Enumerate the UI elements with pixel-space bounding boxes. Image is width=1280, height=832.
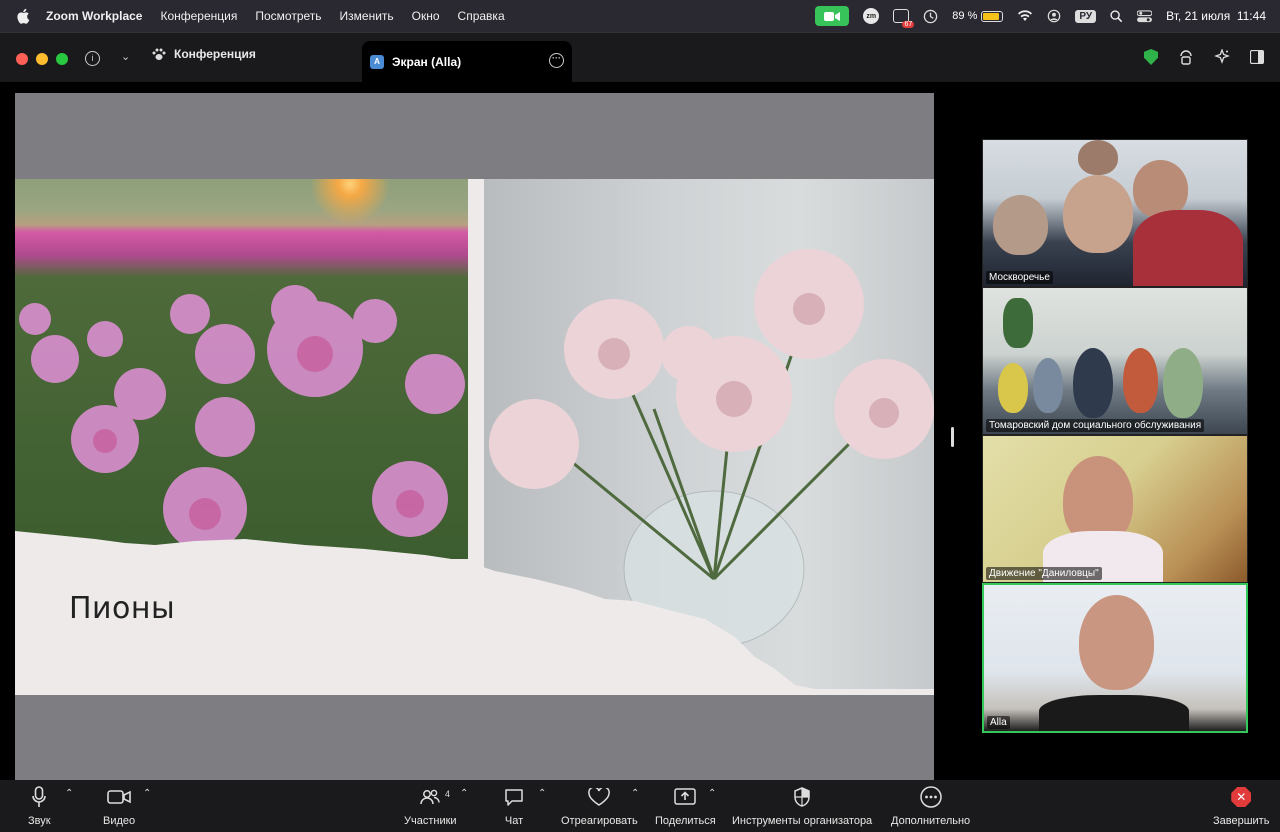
menu-conference[interactable]: Конференция	[160, 9, 237, 23]
encryption-shield-icon[interactable]	[1144, 49, 1158, 65]
microphone-icon	[32, 786, 47, 807]
window-controls	[16, 53, 68, 65]
participant-gallery: Москворечье Томаровский дом социального …	[982, 139, 1248, 733]
participant-tile[interactable]: Москворечье	[982, 139, 1248, 287]
ai-companion-sparkle-icon[interactable]	[1214, 49, 1230, 65]
menubar-datetime[interactable]: Вт, 21 июля 11:44	[1166, 9, 1266, 23]
chat-options-chevron-icon[interactable]: ⌃	[538, 788, 546, 799]
notification-count: 67	[902, 21, 915, 28]
macos-menu-bar: Zoom Workplace Конференция Посмотреть Из…	[0, 0, 1280, 32]
wifi-icon[interactable]	[1017, 10, 1033, 22]
participant-name: Москворечье	[986, 271, 1053, 284]
end-meeting-button[interactable]: ✕ Завершить	[1213, 786, 1269, 827]
notification-badge-icon[interactable]: 67	[893, 9, 915, 28]
shared-screen[interactable]: Пионы	[15, 93, 934, 781]
end-meeting-icon: ✕	[1231, 787, 1252, 807]
input-language-indicator[interactable]: РУ	[1075, 9, 1097, 23]
participants-label: Участники	[404, 815, 457, 827]
paw-icon	[152, 48, 166, 60]
apple-icon[interactable]	[16, 8, 32, 24]
share-options-chevron-icon[interactable]: ⌃	[708, 788, 716, 799]
react-options-chevron-icon[interactable]: ⌃	[631, 788, 639, 799]
view-layout-icon[interactable]	[1250, 50, 1264, 64]
participant-name: Томаровский дом социального обслуживания	[986, 419, 1205, 432]
participants-icon	[420, 789, 440, 805]
presentation-slide: Пионы	[15, 179, 934, 695]
participant-tile-active-speaker[interactable]: Alla	[982, 583, 1248, 733]
audio-label: Звук	[28, 815, 51, 827]
chat-label: Чат	[504, 815, 524, 827]
battery-percent: 89 %	[952, 10, 978, 22]
user-account-icon[interactable]	[1047, 9, 1061, 23]
slide-title: Пионы	[69, 591, 176, 626]
audio-options-chevron-icon[interactable]: ⌃	[65, 788, 73, 799]
participant-name: Движение "Даниловцы"	[986, 567, 1102, 580]
meeting-main-area: Пионы Москворечье Томаровский дом социал…	[0, 82, 1280, 781]
chat-button[interactable]: Чат	[504, 786, 524, 827]
zoom-camera-status-icon[interactable]	[815, 6, 850, 26]
host-tools-button[interactable]: Инструменты организатора	[732, 786, 872, 827]
participant-tile[interactable]: Томаровский дом социального обслуживания	[982, 287, 1248, 435]
video-button[interactable]: Видео	[103, 786, 135, 827]
more-dots-icon	[919, 786, 942, 808]
react-label: Отреагировать	[561, 815, 638, 827]
tab-screen-label: Экран (Alla)	[392, 55, 462, 69]
control-center-icon[interactable]	[1137, 9, 1153, 23]
more-options-icon[interactable]: ···	[549, 53, 564, 68]
video-options-chevron-icon[interactable]: ⌃	[143, 788, 151, 799]
screen-tab-avatar: A	[370, 55, 384, 69]
more-label: Дополнительно	[891, 815, 971, 827]
menu-help[interactable]: Справка	[458, 9, 505, 23]
meeting-toolbar: Звук ⌃ Видео ⌃ Участники 4 ⌃ Чат ⌃ Отреа…	[0, 780, 1280, 832]
fullscreen-window-button[interactable]	[56, 53, 68, 65]
spotlight-search-icon[interactable]	[1110, 9, 1123, 23]
menu-edit[interactable]: Изменить	[340, 9, 394, 23]
participants-count: 4	[445, 789, 451, 799]
participant-name: Alla	[987, 716, 1010, 729]
chat-bubble-icon	[505, 789, 523, 806]
end-label: Завершить	[1213, 815, 1270, 827]
share-label: Поделиться	[655, 815, 716, 827]
participant-tile[interactable]: Движение "Даниловцы"	[982, 435, 1248, 583]
video-label: Видео	[103, 815, 136, 827]
heart-icon	[588, 788, 611, 806]
meeting-info-icon[interactable]: i	[85, 51, 100, 66]
react-button[interactable]: Отреагировать	[561, 786, 638, 827]
tab-conference-label: Конференция	[174, 47, 256, 61]
host-shield-icon	[794, 787, 810, 807]
tab-screen-share[interactable]: A Экран (Alla) ···	[362, 41, 572, 83]
share-screen-button[interactable]: Поделиться	[655, 786, 716, 827]
video-camera-icon	[107, 790, 131, 804]
companion-device-icon[interactable]	[1178, 49, 1194, 65]
participants-options-chevron-icon[interactable]: ⌃	[460, 788, 468, 799]
close-window-button[interactable]	[16, 53, 28, 65]
menu-window[interactable]: Окно	[412, 9, 440, 23]
tab-conference[interactable]: Конференция	[152, 47, 256, 61]
chevron-down-icon[interactable]: ⌄	[121, 50, 130, 63]
menu-view[interactable]: Посмотреть	[255, 9, 321, 23]
panel-resize-handle[interactable]	[951, 427, 954, 447]
host-tools-label: Инструменты организатора	[732, 815, 873, 827]
more-button[interactable]: Дополнительно	[891, 786, 970, 827]
audio-button[interactable]: Звук	[28, 786, 51, 827]
time-machine-icon[interactable]	[923, 9, 938, 24]
zm-menu-icon[interactable]: zm	[863, 8, 880, 24]
battery-status[interactable]: 89 %	[952, 10, 1004, 22]
share-screen-icon	[674, 788, 697, 805]
menu-app-name[interactable]: Zoom Workplace	[46, 9, 142, 23]
zoom-window-titlebar: i ⌄ Конференция A Экран (Alla) ···	[0, 32, 1280, 83]
minimize-window-button[interactable]	[36, 53, 48, 65]
battery-icon	[981, 10, 1004, 22]
